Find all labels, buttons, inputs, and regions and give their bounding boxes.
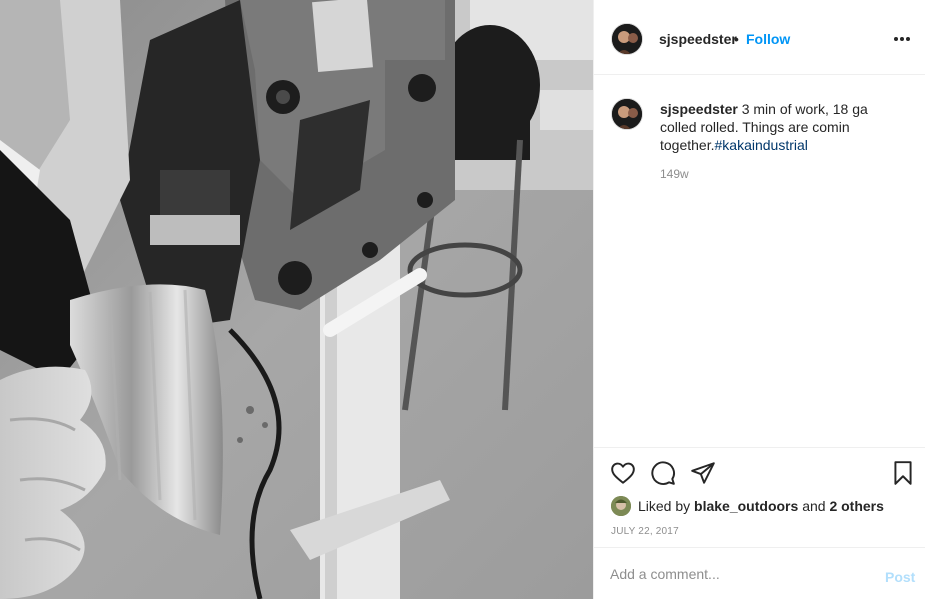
likes-summary: Liked by blake_outdoors and 2 others (611, 496, 884, 516)
liker-avatar-icon (611, 496, 631, 516)
avatar-photo-icon (612, 24, 642, 54)
post-header: sjspeedster • Follow (594, 0, 925, 75)
comment-icon-graphic (651, 461, 675, 485)
caption-text: sjspeedster 3 min of work, 18 ga colled … (660, 100, 892, 154)
bookmark-icon[interactable] (890, 460, 916, 486)
caption-username[interactable]: sjspeedster (660, 101, 738, 117)
caption-timestamp[interactable]: 149w (660, 167, 689, 181)
comment-icon[interactable] (650, 460, 676, 486)
more-options-icon[interactable] (892, 29, 912, 49)
liker-avatar[interactable] (611, 496, 631, 516)
paper-plane-icon[interactable] (690, 460, 716, 486)
avatar-photo-icon (612, 99, 642, 129)
post-actions: Liked by blake_outdoors and 2 others JUL… (594, 447, 925, 547)
follow-button[interactable]: Follow (746, 31, 790, 47)
hashtag-link[interactable]: #kakaindustrial (715, 137, 808, 153)
likes-prefix: Liked by (638, 498, 691, 514)
caption-section: sjspeedster 3 min of work, 18 ga colled … (594, 76, 925, 446)
liker-username[interactable]: blake_outdoors (694, 498, 798, 514)
heart-icon[interactable] (610, 460, 636, 486)
bookmark-icon-graphic (894, 461, 912, 485)
caption-author-avatar[interactable] (611, 98, 643, 130)
likes-middle: and (802, 498, 826, 514)
author-avatar[interactable] (611, 23, 643, 55)
likes-others-link[interactable]: 2 others (829, 498, 883, 514)
comment-box: Post (594, 547, 925, 599)
comment-input[interactable] (610, 562, 860, 586)
post-image[interactable] (0, 0, 593, 599)
post-date[interactable]: JULY 22, 2017 (611, 526, 679, 537)
heart-icon-graphic (611, 462, 635, 484)
post-side-panel: sjspeedster • Follow sjspeedster 3 min o… (593, 0, 925, 599)
share-icon-graphic (691, 462, 715, 484)
post-comment-button[interactable]: Post (885, 569, 915, 585)
post-photo-drawing (0, 0, 593, 599)
separator-dot: • (734, 31, 739, 47)
author-username[interactable]: sjspeedster (659, 31, 737, 47)
